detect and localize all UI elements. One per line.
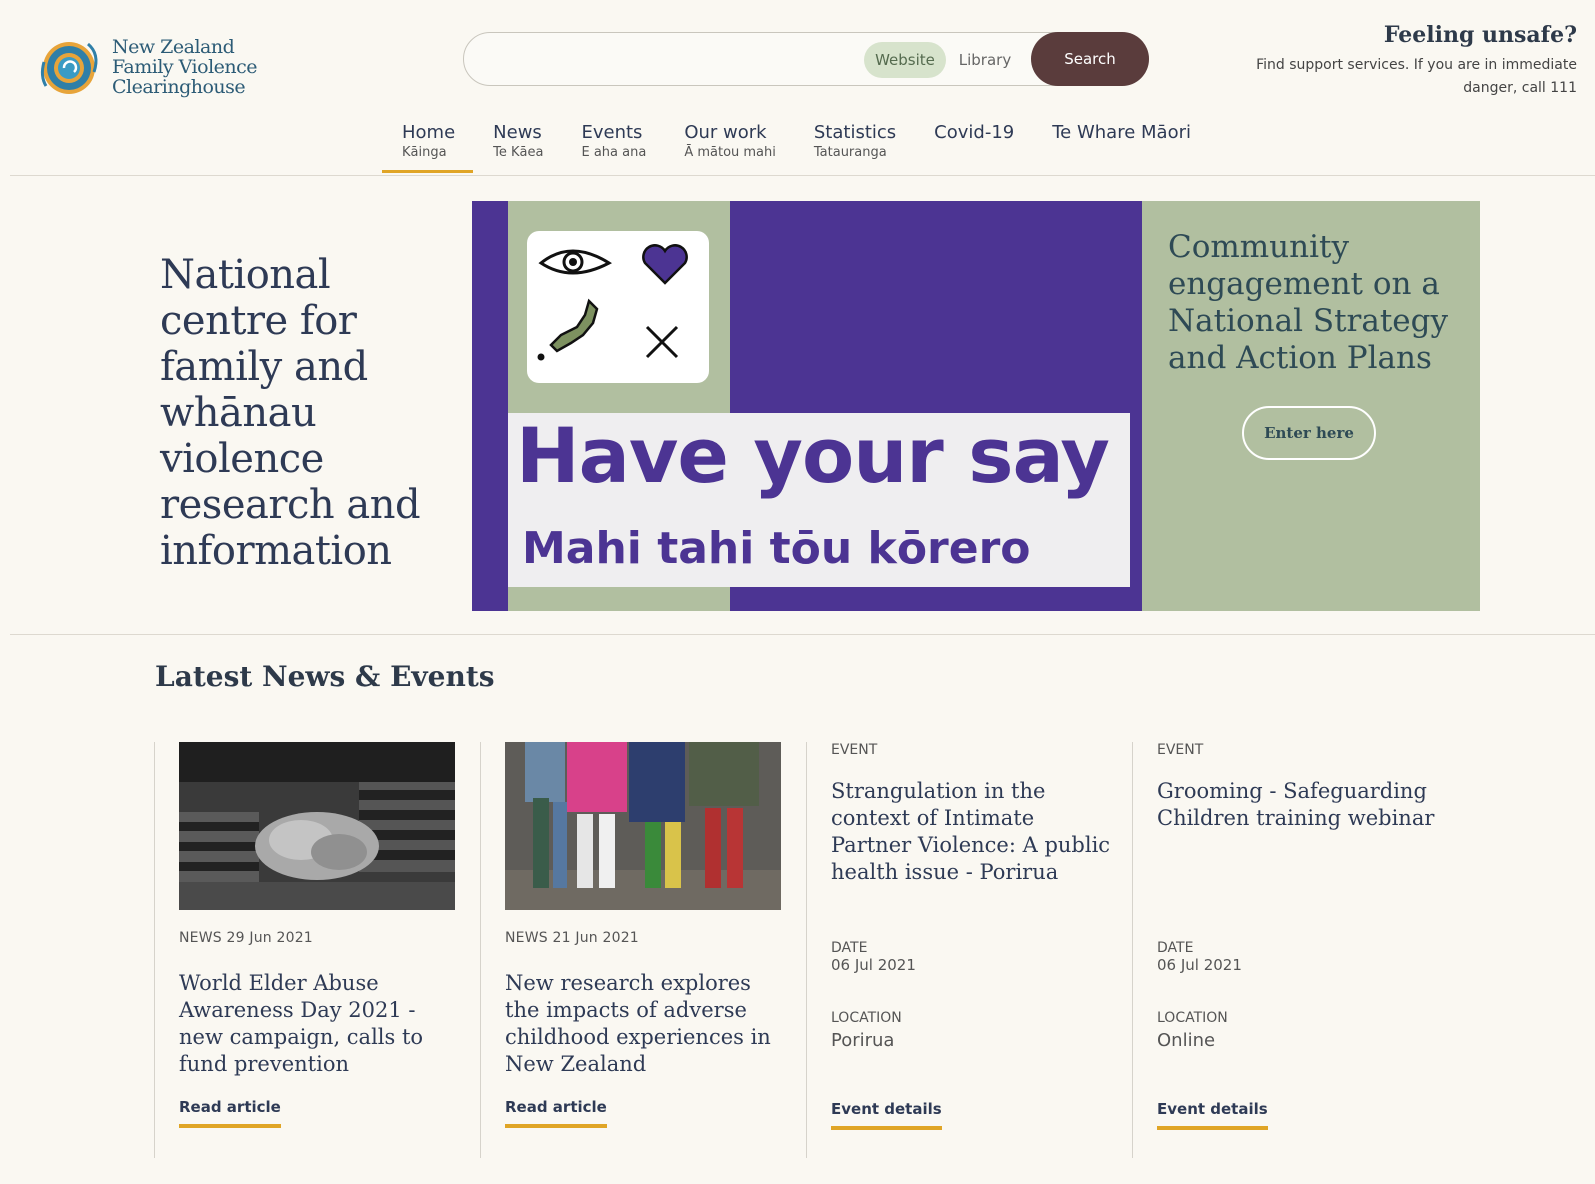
search-scope-website[interactable]: Website (864, 42, 946, 78)
feeling-unsafe-link[interactable]: Feeling unsafe? (1227, 22, 1577, 48)
event-location-label: LOCATION (831, 1010, 902, 1026)
event-date-label: DATE (1157, 940, 1194, 956)
event-tag: EVENT (831, 742, 878, 758)
nav-label: News (493, 122, 542, 143)
news-card: NEWS 21 Jun 2021 New research explores t… (480, 742, 806, 1158)
search-input[interactable] (484, 43, 844, 75)
nav-item-covid-19[interactable]: Covid-19 (914, 122, 1032, 170)
nav-item-news[interactable]: News Te Kāea (473, 122, 561, 170)
nav-sublabel: Tatauranga (813, 145, 887, 160)
eye-icon (538, 249, 612, 275)
event-card: EVENT Grooming - Safeguarding Children t… (1132, 742, 1458, 1158)
nav-item-events[interactable]: Events E aha ana (561, 122, 664, 170)
banner-description: Community engagement on a National Strat… (1168, 229, 1449, 376)
search-button[interactable]: Search (1031, 32, 1149, 86)
news-meta: NEWS 29 Jun 2021 (179, 930, 313, 946)
nav-label: Statistics (813, 122, 897, 143)
event-location: Online (1157, 1030, 1216, 1051)
nav-item-home[interactable]: Home Kāinga (382, 122, 474, 173)
logo-line: Clearinghouse (112, 76, 246, 98)
latest-news-events-heading: Latest News & Events (155, 660, 495, 693)
nav-label: Home (402, 122, 456, 143)
news-title[interactable]: World Elder Abuse Awareness Day 2021 - n… (179, 970, 463, 1078)
banner-subheadline: Mahi tahi tōu kōrero (522, 523, 1031, 574)
read-article-link[interactable]: Read article (505, 1098, 607, 1128)
nav-sublabel: E aha ana (581, 145, 647, 160)
close-x-icon (645, 325, 679, 359)
search-bar: Website Library Search (463, 32, 1149, 86)
elderly-hands-photo (179, 742, 455, 910)
have-your-say-banner[interactable]: Have your say Mahi tahi tōu kōrero Commu… (472, 201, 1480, 611)
event-location-label: LOCATION (1157, 1010, 1228, 1026)
banner-purple-strip (472, 201, 508, 611)
event-date-label: DATE (831, 940, 868, 956)
banner-icon-card (527, 231, 709, 383)
news-title[interactable]: New research explores the impacts of adv… (505, 970, 789, 1078)
nav-sublabel: Te Kāea (493, 145, 544, 160)
event-details-link[interactable]: Event details (1157, 1100, 1268, 1130)
nav-item-te-whare-maori[interactable]: Te Whare Māori (1032, 122, 1209, 170)
event-location: Porirua (831, 1030, 895, 1051)
news-card: NEWS 29 Jun 2021 World Elder Abuse Aware… (154, 742, 480, 1158)
enter-here-button[interactable]: Enter here (1242, 406, 1376, 460)
news-image-children-boots[interactable] (505, 742, 781, 910)
section-divider (10, 634, 1595, 635)
feeling-unsafe-panel: Feeling unsafe? Find support services. I… (1227, 22, 1577, 100)
event-date: 06 Jul 2021 (1157, 956, 1242, 974)
event-date: 06 Jul 2021 (831, 956, 916, 974)
nav-label: Te Whare Māori (1052, 122, 1191, 143)
main-nav: Home Kāinga News Te Kāea Events E aha an… (382, 122, 1209, 173)
nav-label: Our work (684, 122, 767, 143)
nav-label: Events (581, 122, 643, 143)
event-title[interactable]: Grooming - Safeguarding Children trainin… (1157, 778, 1441, 832)
logo-line: Family Violence (112, 56, 258, 78)
banner-headline: Have your say (516, 411, 1110, 500)
news-meta: NEWS 21 Jun 2021 (505, 930, 639, 946)
logo-line: New Zealand (112, 36, 235, 58)
news-image-elderly-hands[interactable] (179, 742, 455, 910)
new-zealand-map-icon (537, 298, 599, 361)
site-logo[interactable]: New Zealand Family Violence Clearinghous… (38, 36, 258, 98)
banner-icons (537, 244, 688, 361)
nav-item-our-work[interactable]: Our work Ā mātou mahi (664, 122, 794, 170)
search-scope-library[interactable]: Library (950, 42, 1020, 78)
clearinghouse-logo-icon (40, 42, 98, 94)
nav-sublabel: Kāinga (402, 145, 447, 160)
event-card: EVENT Strangulation in the context of In… (806, 742, 1132, 1158)
feeling-unsafe-text: Find support services. If you are in imm… (1256, 57, 1577, 96)
event-title[interactable]: Strangulation in the context of Intimate… (831, 778, 1115, 886)
nav-divider (10, 175, 1595, 176)
logo-text: New Zealand Family Violence Clearinghous… (112, 36, 258, 98)
heart-icon (642, 244, 688, 285)
nav-sublabel: Ā mātou mahi (684, 145, 776, 160)
children-boots-photo (505, 742, 781, 910)
nav-item-statistics[interactable]: Statistics Tatauranga (794, 122, 914, 170)
nav-label: Covid-19 (934, 122, 1015, 143)
hero-heading: National centre for family and whānau vi… (160, 252, 421, 574)
event-tag: EVENT (1157, 742, 1204, 758)
event-details-link[interactable]: Event details (831, 1100, 942, 1130)
read-article-link[interactable]: Read article (179, 1098, 281, 1128)
